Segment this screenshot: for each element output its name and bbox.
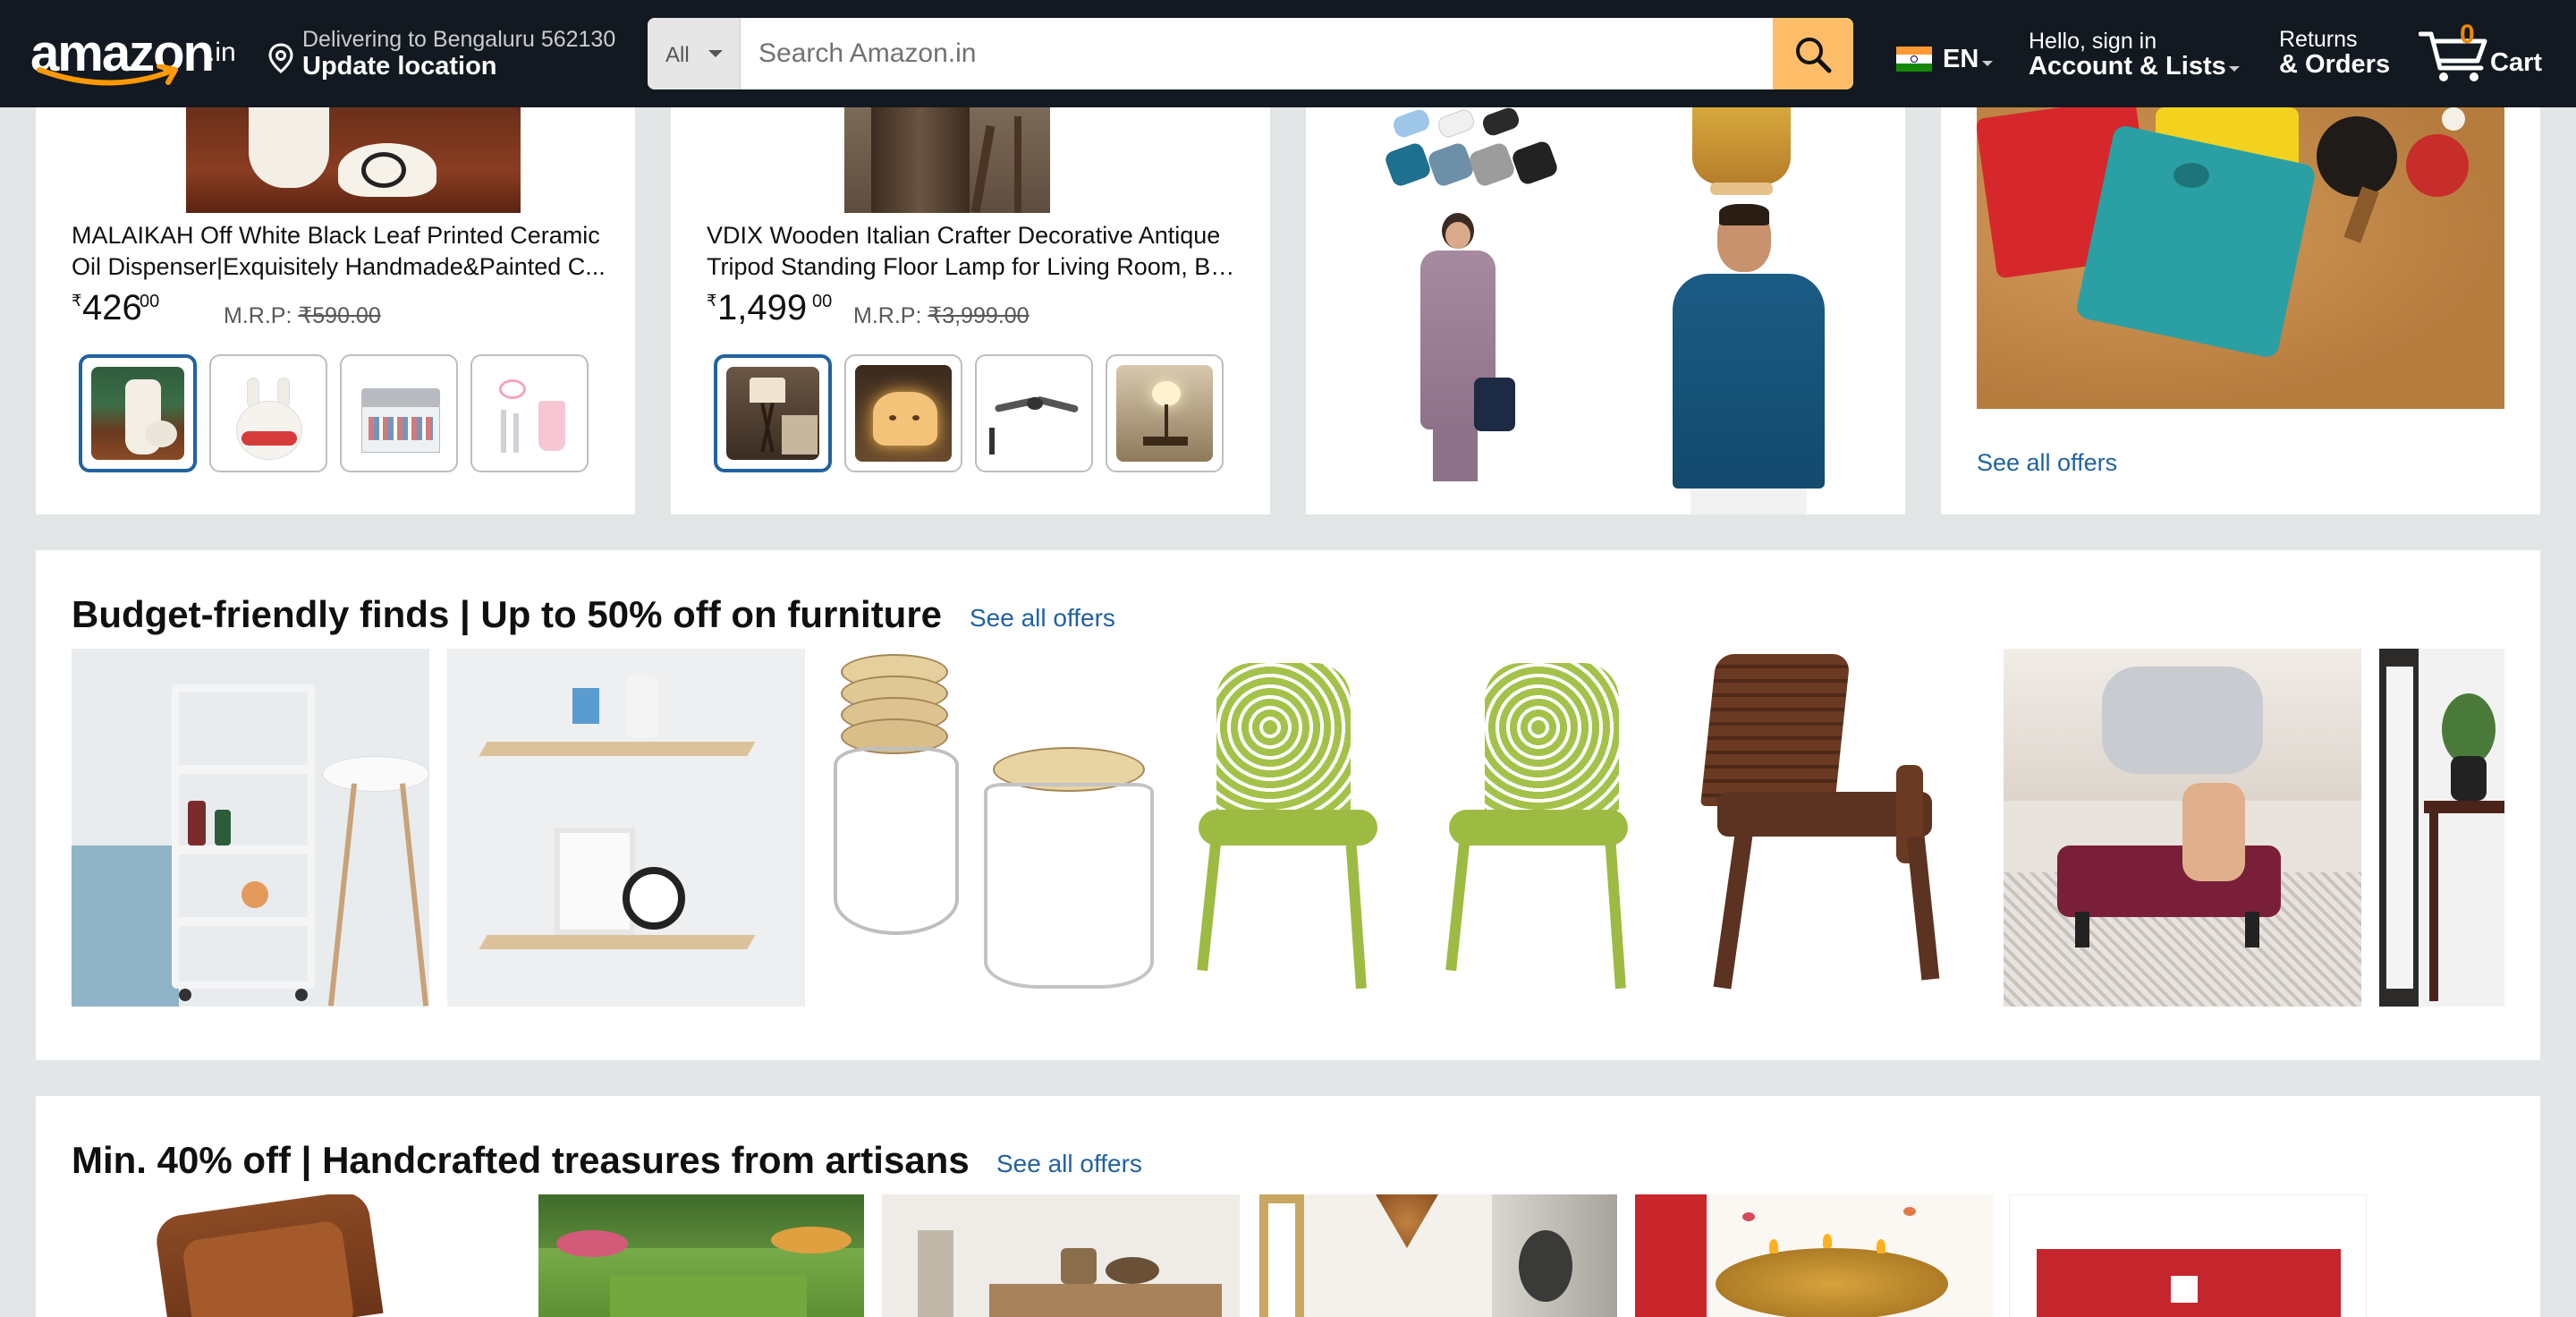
mrp-label: M.R.P: (224, 303, 292, 328)
cart-icon (2419, 31, 2487, 81)
orders-label: & Orders (2279, 50, 2391, 79)
search-bar: All (648, 18, 1853, 89)
price-fraction: 00 (140, 292, 160, 311)
mrp: M.R.P: ₹590.00 (224, 302, 381, 329)
socks-image[interactable] (1385, 107, 1572, 200)
product-title-line2: Tripod Standing Floor Lamp for Living Ro… (707, 253, 1243, 280)
price-fraction: 00 (812, 292, 833, 311)
tshirt-offer-card: See all offers (1941, 107, 2540, 514)
caret-down-icon (2229, 66, 2240, 72)
mrp-label: M.R.P: (853, 303, 922, 328)
tshirt-offer-image[interactable] (1977, 107, 2504, 409)
cart-button[interactable]: 0 Cart (2419, 18, 2553, 89)
price-whole: 1,499 (717, 288, 808, 327)
caret-down-icon (708, 50, 723, 57)
product-image[interactable] (186, 107, 521, 213)
ethnic-dress-image[interactable] (1674, 107, 1809, 200)
thumbnail-oil-dispenser[interactable] (79, 354, 197, 472)
section-title: Min. 40% off | Handcrafted treasures fro… (72, 1139, 970, 1181)
furniture-item-footrest-ottoman[interactable] (2004, 649, 2361, 1007)
thumbnail-cat-lamp[interactable] (844, 354, 962, 472)
mens-polo-image[interactable] (1655, 204, 1843, 514)
location-pin-icon (268, 43, 293, 73)
price-currency: ₹ (707, 292, 717, 310)
deliver-to-text: Delivering to Bengaluru 562130 (302, 27, 616, 52)
logo-tld: .in (208, 38, 236, 67)
returns-label: Returns (2279, 27, 2358, 52)
handcraft-item-garden-decor[interactable] (538, 1194, 864, 1317)
search-category-label: All (665, 43, 690, 67)
mrp: M.R.P: ₹3,999.00 (853, 302, 1030, 329)
search-icon (1796, 38, 1832, 73)
mrp-value: ₹590.00 (298, 303, 381, 328)
thumbnail-floor-lamp[interactable] (714, 354, 832, 472)
india-flag-icon (1896, 47, 1932, 72)
furniture-deals-section: Budget-friendly finds | Up to 50% off on… (36, 550, 2540, 1060)
mrp-value: ₹3,999.00 (928, 303, 1030, 328)
handcrafted-deals-section: Min. 40% off | Handcrafted treasures fro… (36, 1096, 2540, 1317)
furniture-item-storage-trolley[interactable] (72, 649, 429, 1007)
product-title-line1: MALAIKAH Off White Black Leaf Printed Ce… (72, 222, 600, 249)
price-currency: ₹ (72, 292, 82, 310)
caret-down-icon (1982, 61, 1993, 66)
womens-kurta-image[interactable] (1385, 208, 1572, 514)
product-title-line1: VDIX Wooden Italian Crafter Decorative A… (707, 222, 1221, 249)
furniture-item-corner-shelves[interactable] (447, 649, 805, 1007)
thumbnail-ceiling-fan[interactable] (975, 354, 1093, 472)
fashion-quad-card (1306, 107, 1905, 514)
language-code: EN (1943, 45, 1979, 73)
handcraft-item-brass-diyas[interactable] (1635, 1194, 1993, 1317)
account-lists-label: Account & Lists (2029, 52, 2226, 81)
account-and-lists[interactable]: Hello, sign in Account & Lists (2029, 25, 2252, 88)
search-button[interactable] (1773, 18, 1853, 89)
handcraft-item-wooden-tray[interactable] (72, 1194, 519, 1317)
product-image[interactable] (844, 107, 1050, 214)
search-category-dropdown[interactable]: All (648, 18, 741, 89)
search-input[interactable] (741, 18, 1760, 89)
amazon-logo[interactable]: amazon .in (30, 20, 238, 91)
handcraft-item-embroidered-pouch[interactable] (2009, 1194, 2367, 1317)
furniture-item-stools[interactable] (823, 649, 1181, 1007)
section-title: Budget-friendly finds | Up to 50% off on… (72, 593, 943, 635)
furniture-item-console-table[interactable] (2379, 649, 2504, 1007)
cart-count: 0 (2460, 20, 2475, 49)
handcraft-item-table-decor[interactable] (882, 1194, 1240, 1317)
smile-arrow-icon (37, 64, 178, 86)
product-title[interactable]: MALAIKAH Off White Black Leaf Printed Ce… (72, 220, 608, 283)
sign-in-greeting: Hello, sign in (2029, 29, 2157, 54)
see-all-offers-link[interactable]: See all offers (1977, 449, 2117, 477)
product-title[interactable]: VDIX Wooden Italian Crafter Decorative A… (707, 220, 1243, 283)
returns-and-orders[interactable]: Returns & Orders (2279, 25, 2404, 88)
delivery-location[interactable]: Delivering to Bengaluru 562130 Update lo… (268, 23, 626, 86)
top-nav-bar: amazon .in Delivering to Bengaluru 56213… (0, 0, 2576, 107)
update-location-text: Update location (302, 52, 497, 81)
language-selector[interactable]: EN (1896, 41, 2004, 77)
product-card-floor-lamp: VDIX Wooden Italian Crafter Decorative A… (671, 107, 1270, 514)
thumbnail-bunny-lamp[interactable] (209, 354, 327, 472)
furniture-item-plastic-armchair[interactable] (1682, 649, 1986, 1007)
see-all-offers-link[interactable]: See all offers (970, 604, 1115, 633)
price-whole: 426 (82, 288, 142, 327)
see-all-offers-link[interactable]: See all offers (996, 1150, 1142, 1178)
furniture-item-garden-chairs[interactable] (1181, 649, 1699, 1007)
product-title-line2: Oil Dispenser|Exquisitely Handmade&Paint… (72, 253, 606, 280)
product-card-oil-dispenser: MALAIKAH Off White Black Leaf Printed Ce… (36, 107, 635, 514)
cart-label: Cart (2490, 48, 2543, 77)
thumbnail-wall-lamp[interactable] (1106, 354, 1224, 472)
thumbnail-candle-jar[interactable] (340, 354, 458, 472)
handcraft-item-pendant-lights[interactable] (1259, 1194, 1617, 1317)
thumbnail-pink-tumbler[interactable] (470, 354, 589, 472)
